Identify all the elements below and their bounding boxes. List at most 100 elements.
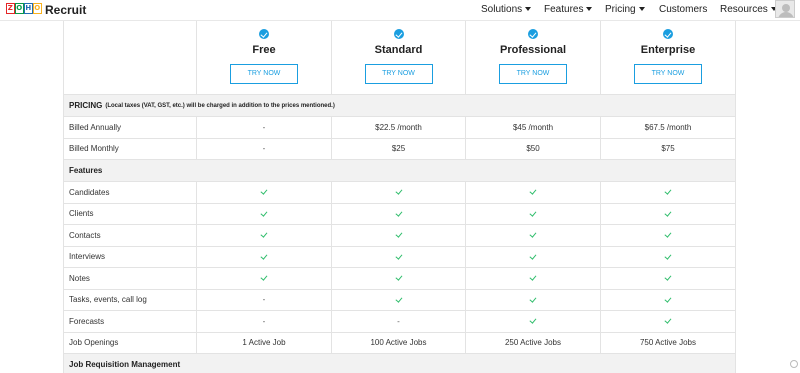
brand-name[interactable]: Recruit bbox=[45, 3, 86, 17]
plan-name: Enterprise bbox=[640, 44, 696, 56]
checkmark-icon bbox=[260, 273, 268, 281]
try-now-button-standard[interactable]: TRY NOW bbox=[364, 64, 433, 84]
checkmark-icon bbox=[664, 209, 672, 217]
row-label: Notes bbox=[63, 268, 197, 290]
check-circle-icon bbox=[528, 29, 538, 39]
cell-text: $67.5 /month bbox=[644, 122, 692, 132]
cell-text: $25 bbox=[391, 144, 406, 154]
cell-value: $22.5 /month bbox=[332, 117, 466, 139]
cell-not-included: - bbox=[197, 117, 332, 139]
cell-included bbox=[466, 225, 601, 247]
try-now-button-enterprise[interactable]: TRY NOW bbox=[634, 64, 702, 84]
cell-text: - bbox=[262, 316, 266, 326]
cell-value: $25 bbox=[332, 138, 466, 160]
checkmark-icon bbox=[529, 295, 537, 303]
cell-included bbox=[601, 246, 736, 268]
check-circle-icon bbox=[393, 29, 404, 39]
cell-text: - bbox=[262, 295, 266, 305]
cell-text: 100 Active Jobs bbox=[370, 338, 427, 348]
plan-enterprise: Enterprise TRY NOW bbox=[601, 21, 736, 95]
cell-included bbox=[466, 246, 601, 268]
check-circle-icon bbox=[663, 29, 673, 39]
nav-pricing[interactable]: Pricing bbox=[605, 4, 645, 15]
scroll-indicator-icon[interactable] bbox=[790, 360, 798, 368]
row-label: Clients bbox=[63, 203, 197, 225]
plan-header-row: Free TRY NOW Standard TRY NOW Profession… bbox=[63, 21, 736, 95]
checkmark-icon bbox=[395, 295, 402, 303]
cell-text: $50 bbox=[526, 144, 540, 154]
checkmark-icon bbox=[664, 295, 672, 303]
cell-value: $67.5 /month bbox=[601, 117, 736, 139]
chevron-down-icon bbox=[525, 7, 532, 11]
cell-value: $45 /month bbox=[466, 117, 601, 139]
checkmark-icon bbox=[664, 273, 672, 281]
table-row-clients: Clients bbox=[63, 203, 736, 225]
row-label: Forecasts bbox=[63, 311, 197, 333]
cell-included bbox=[332, 203, 466, 225]
cell-included bbox=[197, 203, 332, 225]
check-circle-icon bbox=[259, 29, 269, 39]
checkmark-icon bbox=[529, 252, 537, 260]
cell-not-included: - bbox=[332, 311, 466, 333]
cell-included bbox=[601, 203, 736, 225]
nav-features[interactable]: Features bbox=[544, 4, 593, 15]
cell-included bbox=[601, 289, 736, 311]
pricing-tax-note: (Local taxes (VAT, GST, etc.) will be ch… bbox=[105, 102, 335, 109]
plan-name: Professional bbox=[499, 44, 567, 56]
logo-letter: O bbox=[15, 3, 24, 14]
nav-resources[interactable]: Resources bbox=[720, 4, 777, 15]
plan-free: Free TRY NOW bbox=[197, 21, 332, 95]
pricing-section-title: PRICING bbox=[69, 101, 103, 110]
table-row-interviews: Interviews bbox=[63, 246, 736, 268]
checkmark-icon bbox=[260, 230, 268, 238]
checkmark-icon bbox=[529, 273, 537, 281]
logo-letter: O bbox=[33, 3, 42, 14]
zoho-logo[interactable]: ZOHO bbox=[6, 3, 42, 14]
features-section-header: Features bbox=[63, 160, 736, 182]
row-label: Job Openings bbox=[63, 332, 197, 354]
cell-included bbox=[601, 225, 736, 247]
cell-value: 100 Active Jobs bbox=[332, 332, 466, 354]
cell-value: 250 Active Jobs bbox=[466, 332, 601, 354]
row-label: Interviews bbox=[63, 246, 197, 268]
cell-text: - bbox=[262, 122, 266, 132]
table-row-notes: Notes bbox=[63, 268, 736, 290]
cell-included bbox=[197, 268, 332, 290]
cell-included bbox=[332, 268, 466, 290]
cell-included bbox=[466, 268, 601, 290]
checkmark-icon bbox=[260, 209, 268, 217]
cell-value: $50 bbox=[466, 138, 601, 160]
cell-included bbox=[466, 311, 601, 333]
nav-features-label: Features bbox=[544, 4, 584, 15]
checkmark-icon bbox=[395, 273, 402, 281]
user-avatar[interactable] bbox=[775, 0, 795, 18]
plan-header-empty bbox=[63, 21, 197, 95]
cell-included bbox=[601, 268, 736, 290]
plan-name: Free bbox=[252, 44, 276, 56]
cell-value: 750 Active Jobs bbox=[601, 332, 736, 354]
checkmark-icon bbox=[529, 230, 537, 238]
cell-included bbox=[197, 182, 332, 204]
try-now-button-free[interactable]: TRY NOW bbox=[230, 64, 298, 84]
try-now-button-professional[interactable]: TRY NOW bbox=[499, 64, 567, 84]
cell-text: - bbox=[397, 316, 400, 326]
logo-letter: Z bbox=[6, 3, 15, 14]
cell-text: $45 /month bbox=[512, 122, 554, 132]
cell-not-included: - bbox=[197, 289, 332, 311]
cell-text: 250 Active Jobs bbox=[504, 338, 562, 348]
cell-not-included: - bbox=[197, 311, 332, 333]
nav-solutions[interactable]: Solutions bbox=[481, 4, 532, 15]
cell-not-included: - bbox=[197, 138, 332, 160]
checkmark-icon bbox=[529, 316, 537, 324]
cell-text: $75 bbox=[661, 144, 675, 154]
checkmark-icon bbox=[529, 187, 537, 195]
plan-professional: Professional TRY NOW bbox=[466, 21, 601, 95]
row-label: Candidates bbox=[63, 182, 197, 204]
nav-customers[interactable]: Customers bbox=[659, 4, 707, 15]
checkmark-icon bbox=[664, 230, 672, 238]
row-label: Tasks, events, call log bbox=[63, 289, 197, 311]
checkmark-icon bbox=[664, 252, 672, 260]
checkmark-icon bbox=[395, 209, 402, 217]
row-label: Billed Annually bbox=[63, 117, 197, 139]
job-requisition-section-title: Job Requisition Management bbox=[69, 360, 181, 369]
